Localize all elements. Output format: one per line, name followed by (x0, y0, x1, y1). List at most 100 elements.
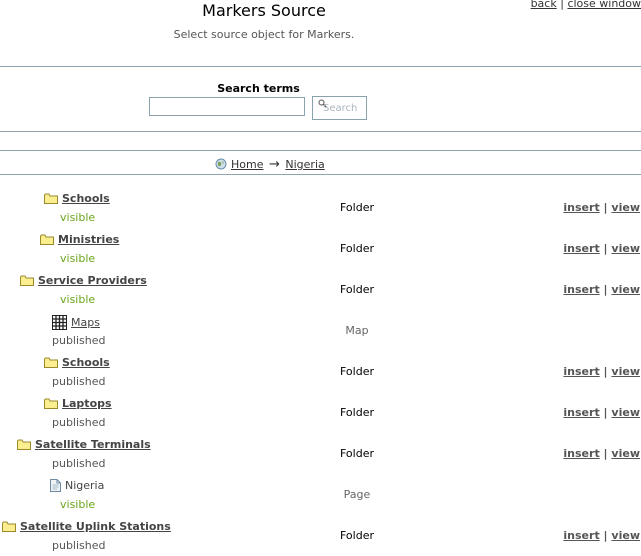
insert-link[interactable]: insert (563, 242, 599, 255)
item-name: Service Providers (20, 274, 147, 287)
insert-link[interactable]: insert (563, 529, 599, 542)
insert-link[interactable]: insert (563, 283, 599, 296)
document-icon (50, 479, 61, 492)
action-separator: | (603, 365, 608, 378)
folder-icon (44, 357, 58, 368)
item-type: Folder (340, 365, 374, 378)
globe-icon (215, 158, 227, 170)
item-status: visible (60, 498, 96, 511)
item-link[interactable]: Satellite Terminals (35, 438, 151, 451)
insert-link[interactable]: insert (563, 201, 599, 214)
item-type: Folder (340, 406, 374, 419)
action-separator: | (603, 447, 608, 460)
divider-top (0, 66, 641, 67)
folder-icon (44, 193, 58, 204)
item-type: Folder (340, 242, 374, 255)
item-link[interactable]: Service Providers (38, 274, 147, 287)
divider-search-bottom (0, 131, 641, 132)
item-type: Folder (340, 283, 374, 296)
item-type: Page (343, 488, 371, 501)
item-link[interactable]: Laptops (62, 397, 112, 410)
view-link[interactable]: view (611, 529, 640, 542)
list-item: Schools published Folder insert | view (0, 351, 641, 392)
breadcrumb-arrow: → (268, 157, 280, 172)
top-links-separator: | (560, 0, 564, 10)
view-link[interactable]: view (611, 283, 640, 296)
page-subtitle: Select source object for Markers. (173, 28, 355, 41)
divider-breadcrumb-bottom (0, 174, 641, 175)
breadcrumb: Home → Nigeria (215, 157, 325, 172)
item-name: Satellite Terminals (17, 438, 151, 451)
folder-icon (17, 439, 31, 450)
item-actions: insert | view (563, 242, 640, 255)
item-actions: insert | view (563, 201, 640, 214)
item-type: Folder (340, 529, 374, 542)
item-status: published (52, 375, 106, 388)
action-separator: | (603, 529, 608, 542)
item-status: published (52, 457, 106, 470)
item-name: Ministries (40, 233, 119, 246)
insert-link[interactable]: insert (563, 447, 599, 460)
list-item: Service Providers visible Folder insert … (0, 269, 641, 310)
view-link[interactable]: view (611, 201, 640, 214)
item-status: visible (60, 211, 96, 224)
item-name: Schools (44, 356, 110, 369)
action-separator: | (603, 242, 608, 255)
view-link[interactable]: view (611, 447, 640, 460)
list-item: Nigeria visible Page (0, 474, 641, 515)
item-actions: insert | view (563, 283, 640, 296)
item-label: Nigeria (65, 479, 105, 492)
action-separator: | (603, 406, 608, 419)
item-status: visible (60, 252, 96, 265)
item-link[interactable]: Satellite Uplink Stations (20, 520, 171, 533)
breadcrumb-current-link[interactable]: Nigeria (285, 158, 324, 171)
item-link[interactable]: Schools (62, 192, 110, 205)
item-type: Map (345, 324, 369, 337)
folder-icon (20, 275, 34, 286)
item-name: Laptops (44, 397, 112, 410)
view-link[interactable]: view (611, 242, 640, 255)
list-item: Satellite Uplink Stations published Fold… (0, 515, 641, 556)
item-actions: insert | view (563, 365, 640, 378)
list-item: Laptops published Folder insert | view (0, 392, 641, 433)
page-title: Markers Source (202, 1, 326, 20)
search-label: Search terms (217, 82, 300, 95)
item-actions: insert | view (563, 406, 640, 419)
item-name: Nigeria (50, 479, 104, 492)
item-link[interactable]: Schools (62, 356, 110, 369)
item-status: published (52, 416, 106, 429)
action-separator: | (603, 283, 608, 296)
item-status: published (52, 539, 106, 552)
search-button[interactable]: Search (312, 96, 367, 120)
item-actions: insert | view (563, 447, 640, 460)
insert-link[interactable]: insert (563, 365, 599, 378)
list-item: Schools visible Folder insert | view (0, 187, 641, 228)
back-link[interactable]: back (531, 0, 557, 10)
close-window-link[interactable]: close window (567, 0, 641, 10)
search-button-label: Search (323, 103, 358, 114)
item-type: Folder (340, 447, 374, 460)
item-actions: insert | view (563, 529, 640, 542)
item-name: Maps (52, 315, 100, 330)
item-status: published (52, 334, 106, 347)
divider-breadcrumb-top (0, 150, 641, 151)
list-item: Maps published Map (0, 310, 641, 351)
item-link[interactable]: Maps (71, 316, 100, 329)
item-status: visible (60, 293, 96, 306)
search-input[interactable] (149, 97, 305, 116)
breadcrumb-home-link[interactable]: Home (231, 158, 263, 171)
item-name: Schools (44, 192, 110, 205)
folder-icon (2, 521, 16, 532)
item-name: Satellite Uplink Stations (2, 520, 171, 533)
top-links: back | close window (531, 0, 641, 10)
view-link[interactable]: view (611, 365, 640, 378)
grid-map-icon (52, 315, 67, 330)
item-type: Folder (340, 201, 374, 214)
action-separator: | (603, 201, 608, 214)
insert-link[interactable]: insert (563, 406, 599, 419)
folder-icon (40, 234, 54, 245)
view-link[interactable]: view (611, 406, 640, 419)
list-item: Ministries visible Folder insert | view (0, 228, 641, 269)
item-link[interactable]: Ministries (58, 233, 119, 246)
folder-icon (44, 398, 58, 409)
